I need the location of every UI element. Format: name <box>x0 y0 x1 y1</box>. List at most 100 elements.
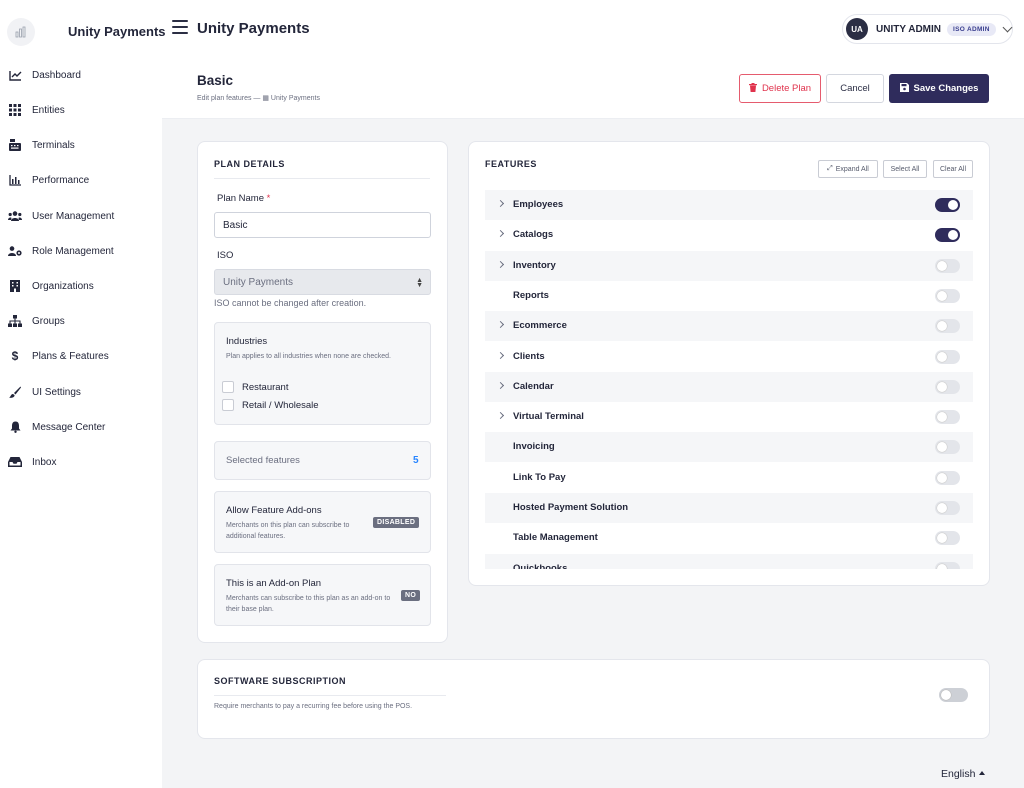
status-badge: NO <box>401 590 421 601</box>
industries-box: Industries Plan applies to all industrie… <box>214 322 431 425</box>
feature-row[interactable]: Invoicing <box>485 432 973 463</box>
feature-name: Table Management <box>513 532 598 544</box>
feature-toggle[interactable] <box>935 561 960 569</box>
feature-name: Quickbooks <box>513 562 568 569</box>
feature-toggle[interactable] <box>935 470 960 485</box>
sidebar-item-inbox[interactable]: Inbox <box>0 447 162 477</box>
industry-checkbox-restaurant[interactable] <box>222 381 234 393</box>
feature-row[interactable]: Ecommerce <box>485 311 973 342</box>
feature-toggle[interactable] <box>935 440 960 455</box>
iso-select-value: Unity Payments <box>223 276 294 288</box>
feature-row[interactable]: Reports <box>485 281 973 311</box>
delete-plan-button[interactable]: Delete Plan <box>739 74 821 103</box>
sidebar-item-message-center[interactable]: Message Center <box>0 412 162 442</box>
feature-row[interactable]: Clients <box>485 342 973 372</box>
feature-row[interactable]: Employees <box>485 190 973 220</box>
feature-toggle[interactable] <box>935 198 960 212</box>
feature-row[interactable]: Link To Pay <box>485 463 973 493</box>
industries-title: Industries <box>226 336 268 347</box>
addon-plan-box[interactable]: This is an Add-on Plan Merchants can sub… <box>214 564 431 626</box>
plan-name-input[interactable]: Basic <box>214 212 431 238</box>
save-icon <box>899 83 909 94</box>
breadcrumb: Edit plan features — ▦ Unity Payments <box>197 95 320 102</box>
sidebar-item-label: Terminals <box>32 139 75 151</box>
toggle-knob <box>937 290 947 301</box>
feature-name: Virtual Terminal <box>513 411 584 423</box>
clear-all-button[interactable]: Clear All <box>933 160 973 178</box>
feature-toggle[interactable] <box>935 319 960 334</box>
feature-toggle[interactable] <box>935 501 960 515</box>
feature-name: Catalogs <box>513 229 554 241</box>
cancel-button[interactable]: Cancel <box>826 74 884 103</box>
sidebar-item-label: Performance <box>32 174 90 186</box>
sidebar-item-user-management[interactable]: User Management <box>0 201 162 231</box>
building-chart-icon <box>15 26 26 38</box>
feature-name: Ecommerce <box>513 320 567 332</box>
role-badge: ISO ADMIN <box>947 22 996 36</box>
feature-name: Reports <box>513 289 549 301</box>
chevron-right-icon[interactable] <box>496 230 505 238</box>
feature-name: Inventory <box>513 259 556 271</box>
toggle-knob <box>937 321 947 332</box>
subscription-description: Require merchants to pay a recurring fee… <box>214 703 413 710</box>
chevron-right-icon[interactable] <box>496 321 505 329</box>
toggle-knob <box>937 533 947 544</box>
feature-list: Employees Catalogs Inventory Reports Ecommer… <box>485 190 973 569</box>
sidebar-item-entities[interactable]: Entities <box>0 95 162 125</box>
expand-icon: ⤢ <box>827 165 833 172</box>
industry-checkbox-retail[interactable] <box>222 399 234 411</box>
expand-all-button[interactable]: ⤢ Expand All <box>818 160 878 178</box>
sidebar-item-plans-features[interactable]: $ Plans & Features <box>0 341 162 371</box>
bar-chart-icon <box>8 173 22 187</box>
industry-label: Retail / Wholesale <box>242 400 319 411</box>
feature-toggle[interactable] <box>935 349 960 364</box>
sidebar-item-terminals[interactable]: Terminals <box>0 130 162 160</box>
subscription-toggle[interactable] <box>939 688 968 702</box>
sidebar-item-dashboard[interactable]: Dashboard <box>0 60 162 90</box>
expand-all-label: Expand All <box>835 165 869 173</box>
sidebar-item-ui-settings[interactable]: UI Settings <box>0 377 162 407</box>
chevron-right-icon[interactable] <box>496 381 505 389</box>
feature-row[interactable]: Inventory <box>485 250 973 281</box>
dollar-icon: $ <box>11 349 19 363</box>
sidebar-item-label: User Management <box>32 210 115 222</box>
user-menu[interactable]: UA UNITY ADMIN ISO ADMIN <box>842 14 1013 44</box>
feature-row[interactable]: Calendar <box>485 371 973 402</box>
sidebar-item-organizations[interactable]: Organizations <box>0 271 162 301</box>
toggle-knob <box>948 200 958 210</box>
feature-row[interactable]: Hosted Payment Solution <box>485 493 973 523</box>
feature-toggle[interactable] <box>935 258 960 273</box>
feature-row[interactable]: Table Management <box>485 523 973 553</box>
feature-toggle[interactable] <box>935 531 960 546</box>
feature-row[interactable]: Quickbooks <box>485 553 973 569</box>
chevron-down-icon <box>1002 22 1013 32</box>
bell-icon <box>8 420 22 434</box>
iso-select[interactable]: Unity Payments ▲ ▼ <box>214 269 431 295</box>
chevron-right-icon[interactable] <box>496 260 505 268</box>
language-selector[interactable]: English <box>941 768 986 780</box>
sidebar-item-performance[interactable]: Performance <box>0 165 162 195</box>
feature-toggle[interactable] <box>935 410 960 425</box>
chevron-right-icon[interactable] <box>496 351 505 359</box>
menu-toggle-icon[interactable] <box>172 20 188 34</box>
chevron-right-icon[interactable] <box>496 199 505 208</box>
industry-label: Restaurant <box>242 382 289 393</box>
feature-row[interactable]: Catalogs <box>485 220 973 250</box>
toggle-knob <box>937 503 947 513</box>
toggle-knob <box>937 472 947 483</box>
chevron-right-icon[interactable] <box>496 412 505 420</box>
sidebar-item-groups[interactable]: Groups <box>0 306 162 336</box>
feature-toggle[interactable] <box>935 379 960 394</box>
feature-toggle[interactable] <box>935 228 960 243</box>
sidebar-item-label: Message Center <box>32 421 106 433</box>
save-changes-button[interactable]: Save Changes <box>889 74 989 103</box>
feature-addons-box[interactable]: Allow Feature Add-ons Merchants on this … <box>214 491 431 553</box>
building-icon <box>8 279 22 293</box>
app-logo[interactable] <box>7 18 35 46</box>
sidebar-item-role-management[interactable]: Role Management <box>0 236 162 266</box>
language-label: English <box>941 768 976 780</box>
feature-toggle[interactable] <box>935 288 960 303</box>
addon-plan-description: Merchants can subscribe to this plan as … <box>226 595 391 613</box>
select-all-button[interactable]: Select All <box>883 160 927 178</box>
feature-row[interactable]: Virtual Terminal <box>485 402 973 432</box>
